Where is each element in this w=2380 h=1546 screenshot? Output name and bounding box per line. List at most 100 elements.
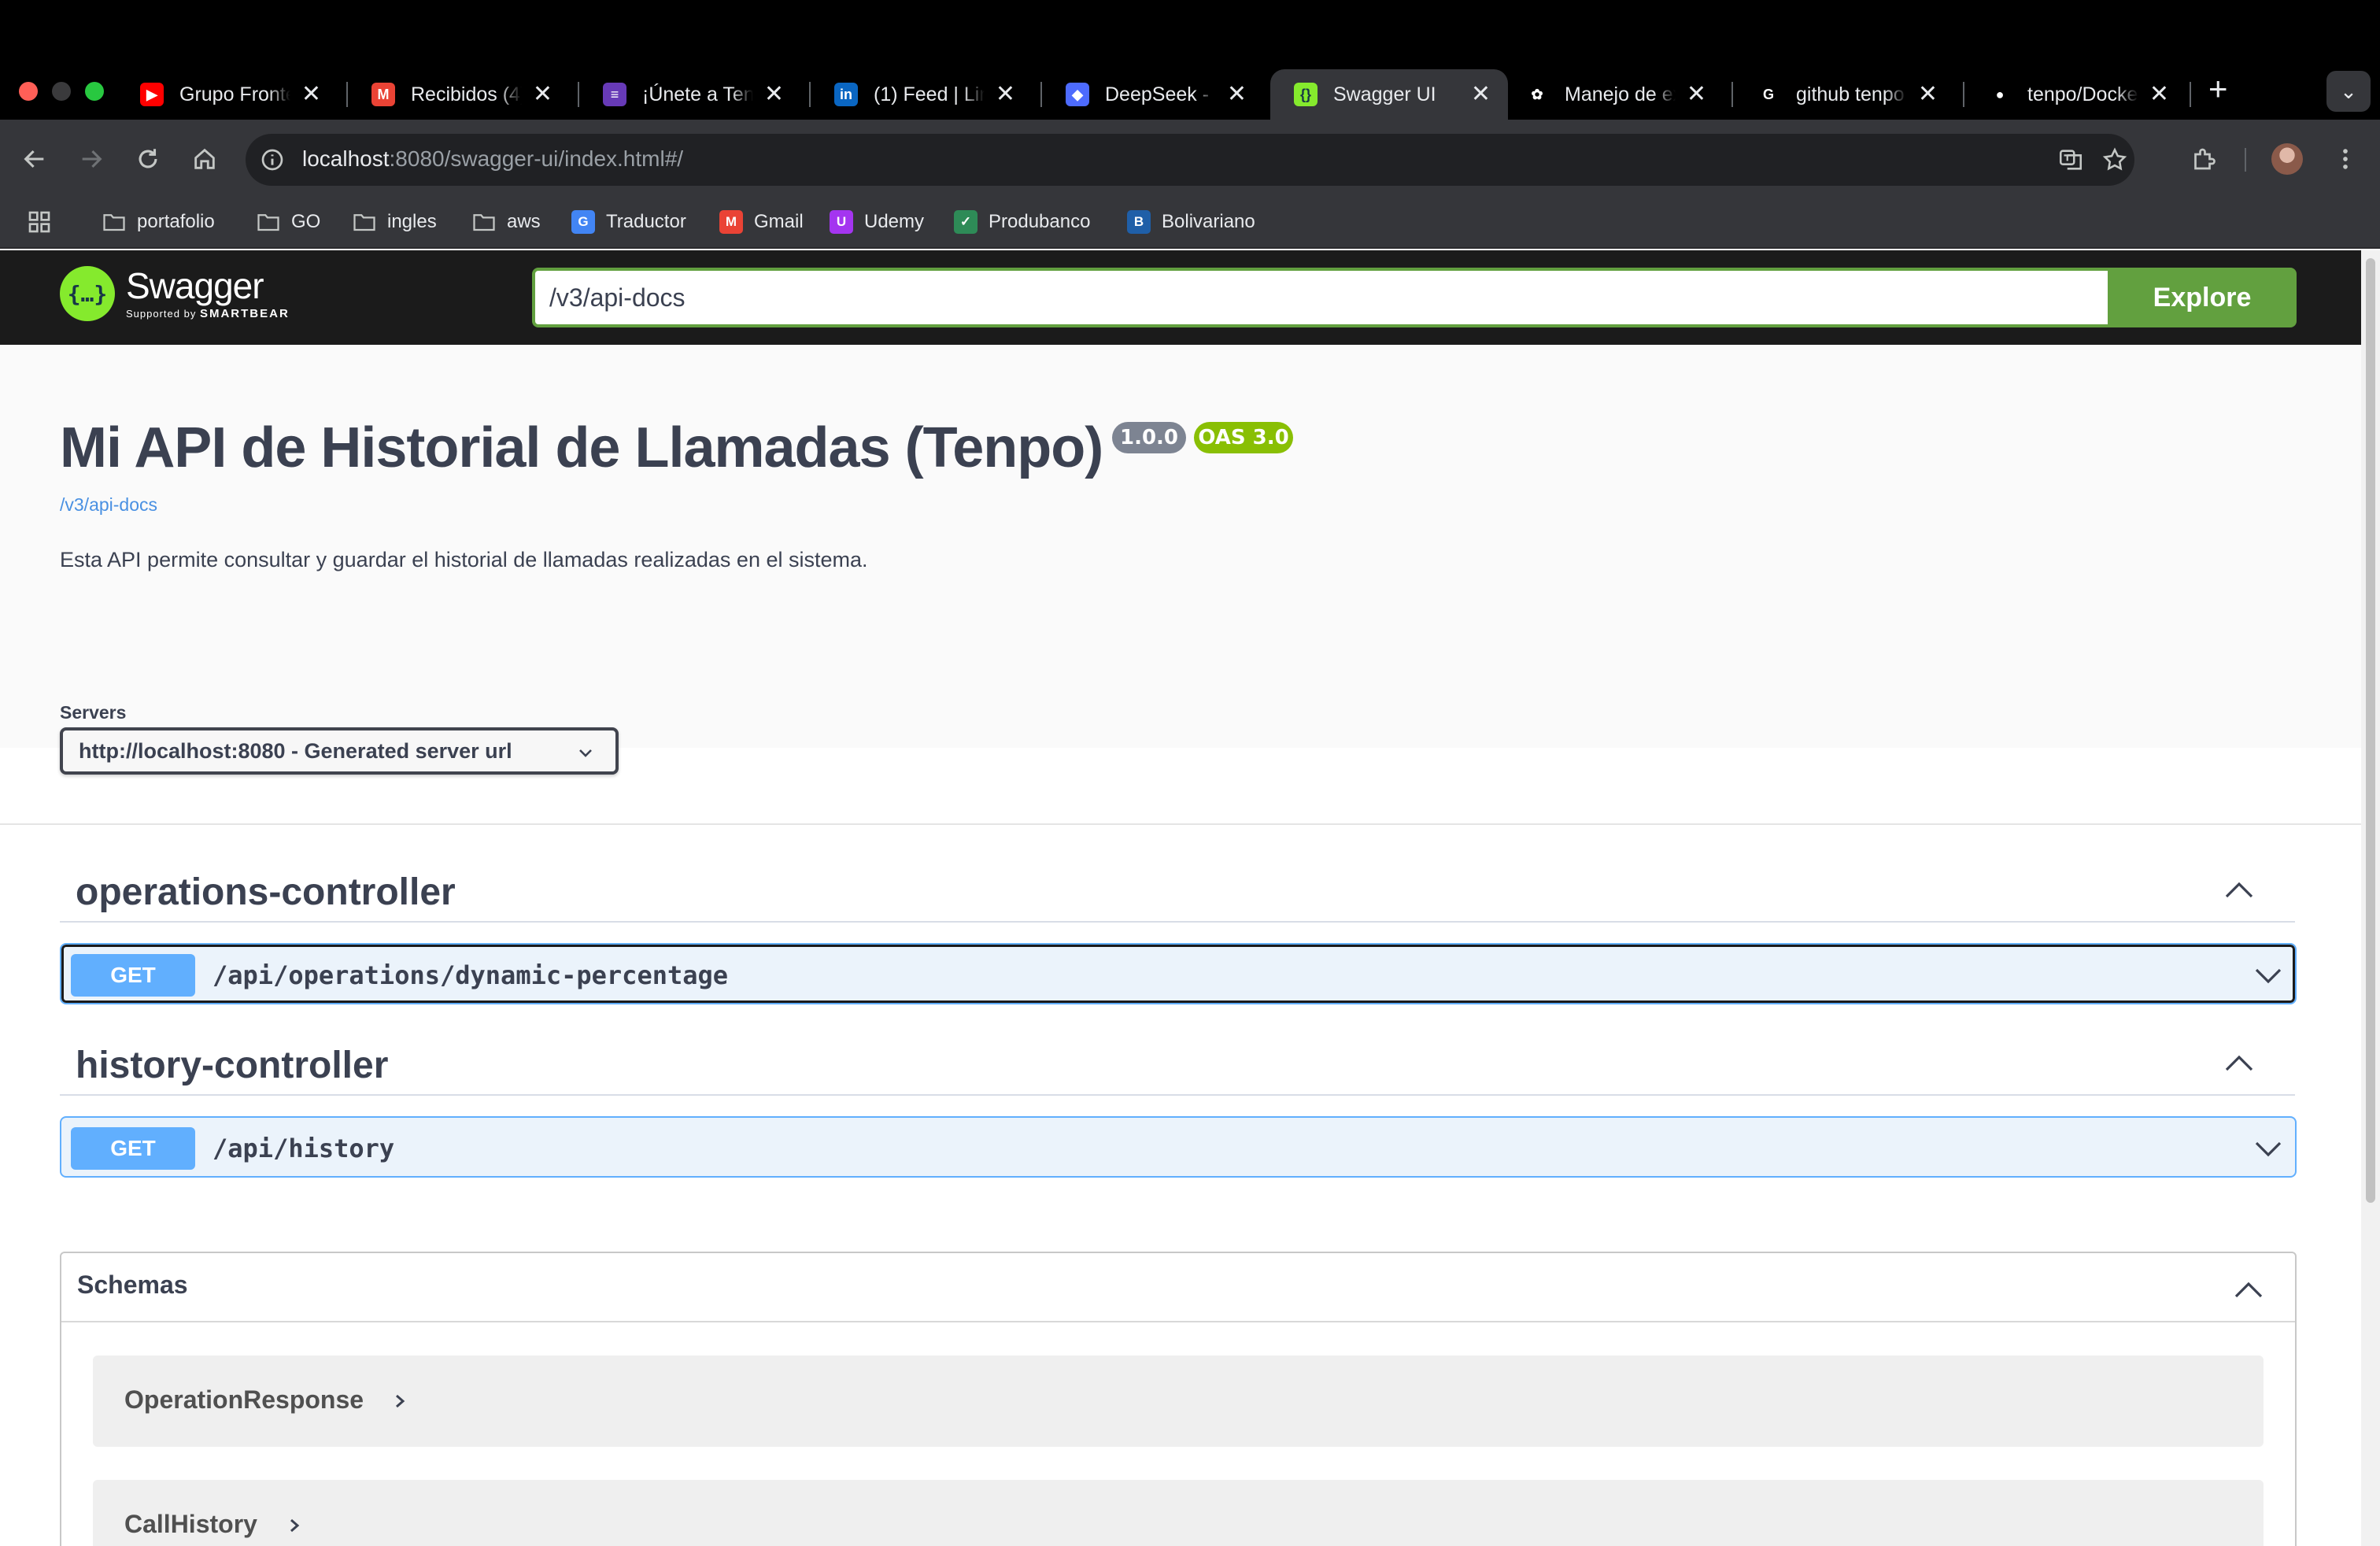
close-tab-icon[interactable]: ✕ xyxy=(1687,83,1706,106)
bookmark-item[interactable]: portafolio xyxy=(102,208,215,236)
page-scrollbar[interactable] xyxy=(2361,250,2380,1546)
tab-title: github tenpo xyxy=(1796,83,1905,105)
close-tab-icon[interactable]: ✕ xyxy=(764,83,784,106)
forward-button[interactable] xyxy=(72,140,110,178)
profile-button[interactable] xyxy=(2268,140,2306,178)
browser-tab[interactable]: ◆ DeepSeek - In ✕ xyxy=(1042,69,1264,120)
close-tab-icon[interactable]: ✕ xyxy=(533,83,552,106)
chevron-up-icon[interactable] xyxy=(2224,1053,2254,1072)
schemas-section: Schemas OperationResponse CallHistory xyxy=(60,1252,2297,1546)
tab-title: tenpo/Docker xyxy=(2027,83,2138,105)
browser-tab[interactable]: {} Swagger UI ✕ xyxy=(1270,69,1508,120)
spec-link[interactable]: /v3/api-docs xyxy=(60,494,157,516)
bookmark-item[interactable]: M Gmail xyxy=(719,208,804,236)
browser-tab[interactable]: Ggithub tenpo ✕ xyxy=(1733,69,1955,120)
tab-separator xyxy=(346,82,348,107)
chevron-right-icon xyxy=(396,1394,405,1408)
tab-title: Recibidos (4) xyxy=(411,83,522,105)
site-info-icon[interactable] xyxy=(260,147,285,172)
youtube-icon: ▶ xyxy=(140,83,164,106)
servers-label: Servers xyxy=(60,702,127,723)
new-tab-button[interactable]: + xyxy=(2208,72,2228,105)
operation-path: /api/history xyxy=(213,1134,395,1163)
operation-get-history[interactable]: GET /api/history xyxy=(60,1116,2297,1178)
bookmark-item[interactable]: U Udemy xyxy=(830,208,924,236)
chevron-up-icon[interactable] xyxy=(2234,1280,2264,1299)
section-divider xyxy=(0,823,2361,825)
close-tab-icon[interactable]: ✕ xyxy=(1227,83,1247,106)
tag-history-controller[interactable]: history-controller xyxy=(60,1030,2295,1096)
chevron-right-icon xyxy=(290,1518,300,1533)
close-tab-icon[interactable]: ✕ xyxy=(1918,83,1938,106)
bookmark-label: aws xyxy=(507,211,541,232)
spec-url-input[interactable]: /v3/api-docs xyxy=(532,268,2108,327)
browser-tab[interactable]: in (1) Feed | Link ✕ xyxy=(811,69,1033,120)
bookmark-label: Traductor xyxy=(606,211,686,232)
explore-button[interactable]: Explore xyxy=(2108,268,2297,327)
operation-get-dynamic-percentage[interactable]: GET /api/operations/dynamic-percentage xyxy=(60,943,2297,1004)
logo-brand: SMARTBEAR xyxy=(199,307,290,320)
browser-tab[interactable]: M Recibidos (4) ✕ xyxy=(348,69,570,120)
chevron-down-icon[interactable] xyxy=(2254,963,2282,987)
window-minimize-button[interactable] xyxy=(52,82,71,101)
tab-separator xyxy=(1040,82,1042,107)
tab-separator xyxy=(809,82,811,107)
browser-tab[interactable]: ● tenpo/Docker ✕ xyxy=(1964,69,2186,120)
browser-tab[interactable]: ≡ ¡Únete a Tenp ✕ xyxy=(579,69,801,120)
folder-icon xyxy=(257,210,280,234)
browser-tab[interactable]: ▶ Grupo Fronte ✕ xyxy=(116,69,338,120)
schemas-header[interactable]: Schemas xyxy=(61,1253,2295,1322)
bookmark-item[interactable]: ingles xyxy=(353,208,437,236)
schema-model[interactable]: CallHistory xyxy=(93,1480,2264,1546)
arrow-left-icon xyxy=(24,150,44,168)
browser-tab-strip: ▶ Grupo Fronte ✕ M Recibidos (4) ✕ ≡ ¡Únete a T… xyxy=(0,0,2380,120)
close-tab-icon[interactable]: ✕ xyxy=(301,83,321,106)
tab-separator xyxy=(578,82,579,107)
tag-operations-controller[interactable]: operations-controller xyxy=(60,856,2295,923)
browser-menu-button[interactable] xyxy=(2326,140,2364,178)
window-zoom-button[interactable] xyxy=(85,82,104,101)
bookmark-label: Bolivariano xyxy=(1162,211,1255,232)
reload-button[interactable] xyxy=(129,140,167,178)
schema-model[interactable]: OperationResponse xyxy=(93,1356,2264,1447)
bookmark-item[interactable]: G Traductor xyxy=(571,208,686,236)
translate-icon[interactable] xyxy=(2057,146,2084,173)
close-tab-icon[interactable]: ✕ xyxy=(1471,83,1491,106)
apps-button[interactable] xyxy=(27,208,52,236)
tag-title: history-controller xyxy=(76,1045,389,1086)
back-button[interactable] xyxy=(16,140,54,178)
address-bar[interactable]: localhost:8080/swagger-ui/index.html#/ xyxy=(246,134,2134,186)
swagger-logo-icon: {…} xyxy=(60,266,115,321)
extensions-button[interactable] xyxy=(2185,140,2223,178)
bookmark-item[interactable]: aws xyxy=(472,208,541,236)
bookmark-item[interactable]: GO xyxy=(257,208,320,236)
bookmark-star-icon[interactable] xyxy=(2101,146,2128,173)
bookmark-label: Produbanco xyxy=(989,211,1091,232)
chevron-down-icon[interactable] xyxy=(2254,1137,2282,1160)
page-title: Mi API de Historial de Llamadas (Tenpo) xyxy=(60,416,1103,479)
produbanco-icon: ✓ xyxy=(954,210,978,234)
chevron-up-icon[interactable] xyxy=(2224,880,2254,899)
browser-tab[interactable]: ✿ Manejo de ex ✕ xyxy=(1502,69,1724,120)
home-button[interactable] xyxy=(186,140,224,178)
folder-icon xyxy=(472,210,496,234)
window-close-button[interactable] xyxy=(19,82,38,101)
scrollbar-thumb[interactable] xyxy=(2366,258,2375,1203)
puzzle-icon xyxy=(2194,148,2216,170)
bookmark-item[interactable]: ✓ Produbanco xyxy=(954,208,1090,236)
schema-model-name: OperationResponse xyxy=(124,1385,364,1414)
schemas-title: Schemas xyxy=(77,1270,188,1299)
home-icon xyxy=(194,148,215,169)
close-tab-icon[interactable]: ✕ xyxy=(996,83,1015,106)
close-tab-icon[interactable]: ✕ xyxy=(2149,83,2169,106)
tab-search-button[interactable]: ⌄ xyxy=(2326,71,2371,112)
tab-title: DeepSeek - In xyxy=(1105,83,1216,105)
gmail-icon: M xyxy=(719,210,743,234)
url-text[interactable]: localhost:8080/swagger-ui/index.html#/ xyxy=(302,146,683,172)
bookmark-label: Udemy xyxy=(864,211,925,232)
method-badge: GET xyxy=(71,954,195,997)
bookmark-item[interactable]: B Bolivariano xyxy=(1127,208,1255,236)
swagger-logo[interactable]: {…} Swagger Supported by SMARTBEAR xyxy=(60,266,290,321)
servers-select[interactable]: http://localhost:8080 - Generated server… xyxy=(60,727,619,775)
arrow-right-icon xyxy=(82,150,102,168)
